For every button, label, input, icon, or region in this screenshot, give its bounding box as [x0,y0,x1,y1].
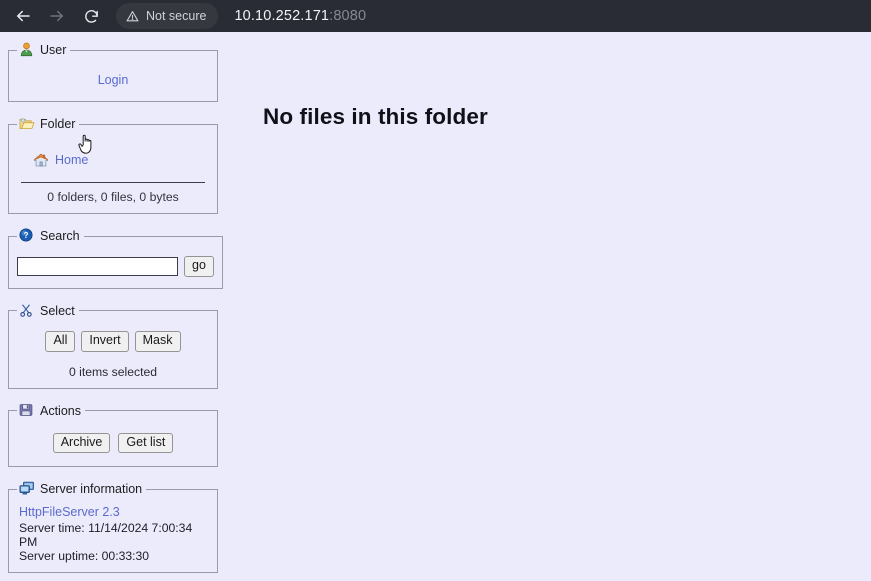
server-uptime-text: Server uptime: 00:33:30 [19,549,150,564]
search-input[interactable] [17,256,178,276]
select-all-button[interactable]: All [45,330,76,352]
main-content: No files in this folder [263,104,861,130]
select-buttons-row: All Invert Mask [17,325,209,354]
page-title: No files in this folder [263,104,488,129]
server-time-text: Server time: 11/14/2024 7:00:34 PM [19,520,193,549]
actions-panel-title: Actions [40,403,81,418]
floppy-save-icon [19,403,35,419]
search-row: go [17,250,214,279]
server-information-title: Server information [40,482,143,497]
back-button[interactable] [6,0,40,32]
folder-panel-legend: Folder [17,116,79,132]
select-panel-legend: Select [17,303,79,319]
select-mask-button[interactable]: Mask [134,330,181,352]
user-icon [19,42,35,58]
server-product-link[interactable]: HttpFileServer 2.3 [19,505,120,519]
server-computer-icon [19,481,35,497]
search-panel-legend: ? Search [17,228,84,244]
actions-panel: Actions Archive Get list [8,402,218,468]
url-host: 10.10.252.171 [234,8,330,24]
forward-button[interactable] [40,0,74,32]
server-information-panel: Server information HttpFileServer 2.3 Se… [8,481,218,574]
address-bar[interactable]: Not secure 10.10.252.171:8080 [116,3,865,29]
select-panel: Select All Invert Mask 0 items selected [8,302,218,389]
user-panel-title: User [40,43,67,57]
sidebar: User Login Folder Home 0 folders, 0 file… [8,42,223,581]
actions-panel-legend: Actions [17,403,85,419]
search-go-button[interactable]: go [184,256,214,277]
search-panel: ? Search go [8,228,223,289]
url-port: :8080 [329,8,367,24]
user-panel: User Login [8,42,218,102]
forward-arrow-icon [48,7,66,25]
server-product-row: HttpFileServer 2.3 [17,503,209,520]
folder-panel: Folder Home 0 folders, 0 files, 0 bytes [8,116,218,214]
browser-toolbar: Not secure 10.10.252.171:8080 [0,0,871,32]
home-row[interactable]: Home [17,138,209,174]
user-panel-legend: User [17,42,70,58]
reload-button[interactable] [74,0,108,32]
home-icon [33,152,49,168]
url-display[interactable]: 10.10.252.171:8080 [234,8,366,24]
warning-triangle-icon [126,10,139,23]
back-arrow-icon [14,7,32,25]
search-panel-title: Search [40,229,80,243]
login-row: Login [17,64,209,92]
svg-text:?: ? [23,230,28,240]
select-panel-title: Select [40,303,75,318]
login-link[interactable]: Login [98,73,129,87]
home-link[interactable]: Home [55,153,88,167]
archive-button[interactable]: Archive [52,432,111,454]
items-selected-text: 0 items selected [68,364,158,379]
security-status-chip[interactable]: Not secure [116,3,219,29]
actions-buttons-row: Archive Get list [17,425,209,458]
get-list-button[interactable]: Get list [118,432,174,454]
select-invert-button[interactable]: Invert [81,330,129,352]
folder-icon [19,116,35,132]
scissors-icon [19,303,35,319]
security-status-label: Not secure [146,9,207,23]
help-icon: ? [19,228,35,244]
reload-icon [83,8,100,25]
folder-stats: 0 folders, 0 files, 0 bytes [47,190,179,204]
folder-panel-title: Folder [40,117,76,131]
server-information-legend: Server information [17,481,146,497]
page-body: User Login Folder Home 0 folders, 0 file… [0,32,871,581]
